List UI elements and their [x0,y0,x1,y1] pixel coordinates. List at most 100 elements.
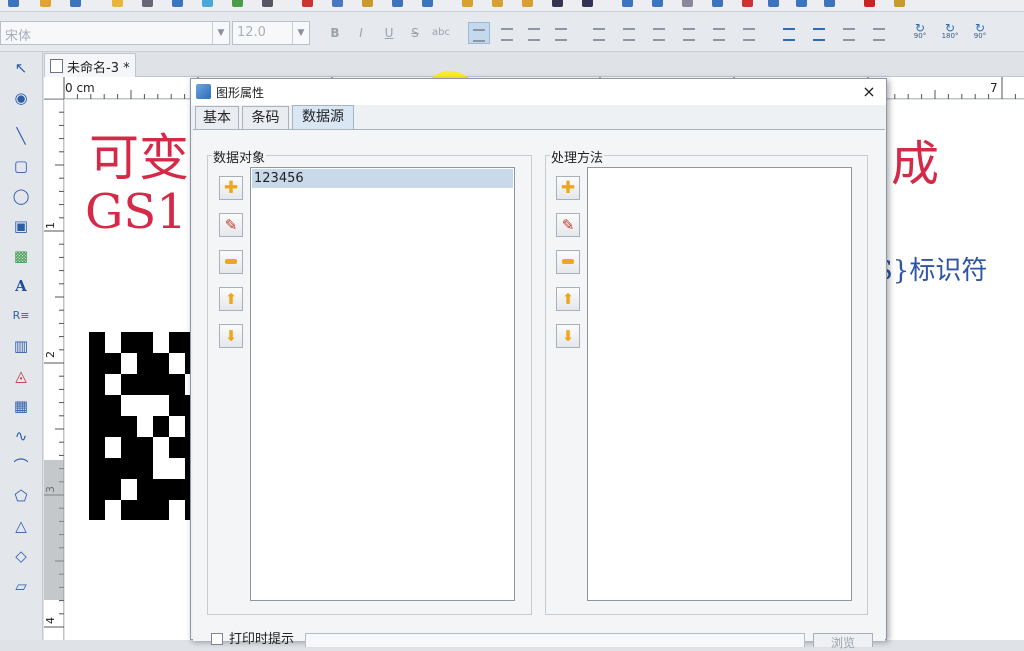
open-file-icon[interactable] [40,0,51,7]
align-objects-top-button[interactable] [648,22,670,44]
rectangle-tool-icon[interactable]: ▢ [9,154,33,178]
ungroup-icon[interactable] [682,0,693,7]
diamond-tool-icon[interactable]: ◇ [9,544,33,568]
undo-icon[interactable] [392,0,403,7]
rotate-90-button[interactable]: 90° [907,14,933,44]
browse-button[interactable]: 浏览 [813,633,873,650]
justify-button[interactable] [550,22,572,44]
italic-button[interactable]: I [350,22,372,44]
rotate-270-button[interactable]: 90° [967,14,993,44]
zoom-in-icon[interactable] [462,0,473,7]
remove-data-object-button[interactable] [219,250,243,274]
underline-button[interactable]: U [378,22,400,44]
spacing-v-button[interactable] [868,22,890,44]
group-icon[interactable] [652,0,663,7]
barcode-tool-icon[interactable]: ▥ [9,334,33,358]
arc-tool-icon[interactable]: ⌒ [9,454,33,478]
select-arrow-icon[interactable]: ↖ [9,56,33,80]
bold-button[interactable]: B [324,22,346,44]
tab-data-source[interactable]: 数据源 [292,105,354,129]
same-height-button[interactable] [808,22,830,44]
print-icon[interactable] [142,0,153,7]
qr-tool-icon[interactable]: ◬ [9,364,33,388]
datamatrix-tool-icon[interactable]: ▦ [9,394,33,418]
align-objects-right-button[interactable] [618,22,640,44]
align-objects-left-icon [593,28,605,41]
rotate-180-button[interactable]: 180° [937,14,963,44]
prompt-on-print-checkbox[interactable] [211,633,223,645]
paste-icon[interactable] [362,0,373,7]
add-processing-button[interactable]: ✚ [556,176,580,200]
rich-text-tool-icon[interactable]: R≡ [9,304,33,328]
help-icon[interactable] [894,0,905,7]
import-icon[interactable] [552,0,563,7]
picture-tool-icon[interactable]: ▩ [9,244,33,268]
grid-icon[interactable] [262,0,273,7]
print-preview-icon[interactable] [172,0,183,7]
align-icon[interactable] [622,0,633,7]
align-objects-left-button[interactable] [588,22,610,44]
canvas-gs1-text[interactable]: GS1 [85,184,187,240]
close-icon[interactable]: × [858,81,880,103]
document-tab[interactable]: 未命名-3 * [44,53,136,77]
move-down-data-object-button[interactable]: ⬇ [219,324,243,348]
polygon-tool-icon[interactable]: ⬠ [9,484,33,508]
triangle-tool-icon[interactable]: △ [9,514,33,538]
web-icon[interactable] [232,0,243,7]
move-down-processing-button[interactable]: ⬇ [556,324,580,348]
align-left-button[interactable] [468,22,490,44]
settings-icon[interactable] [112,0,123,7]
edit-processing-button[interactable]: ✎ [556,213,580,237]
processing-methods-list[interactable] [587,167,852,601]
font-name-select[interactable]: 宋体 ▼ [0,21,230,45]
add-data-object-button[interactable]: ✚ [219,176,243,200]
image-tool-icon[interactable]: ▣ [9,214,33,238]
zoom-out-icon[interactable] [492,0,503,7]
datamatrix-barcode[interactable] [89,332,193,520]
copy-icon[interactable] [332,0,343,7]
align-objects-bottom-button[interactable] [678,22,700,44]
list-item[interactable]: 123456 [252,169,513,188]
align-center-button[interactable] [496,22,518,44]
dialog-titlebar[interactable]: 图形属性 × [191,79,886,105]
canvas-red-text-1[interactable]: 可变 [89,118,189,190]
center-h-button[interactable] [708,22,730,44]
spacing-h-button[interactable] [838,22,860,44]
redo-icon[interactable] [422,0,433,7]
align-right-button[interactable] [523,22,545,44]
move-up-processing-button[interactable]: ⬆ [556,287,580,311]
curve-tool-icon[interactable]: ∿ [9,424,33,448]
canvas-red-text-2[interactable]: 成 [891,124,939,194]
center-v-button[interactable] [738,22,760,44]
remove-processing-button[interactable] [556,250,580,274]
data-objects-list[interactable]: 123456 [250,167,515,601]
prompt-text-field[interactable] [305,633,805,647]
pdf-icon[interactable] [864,0,875,7]
parallelogram-tool-icon[interactable]: ▱ [9,574,33,598]
size-icon[interactable] [824,0,835,7]
char-spacing-button[interactable]: abc [430,22,452,44]
tab-basic[interactable]: 基本 [195,106,239,129]
export-icon[interactable] [582,0,593,7]
strikethrough-button[interactable]: S [404,22,426,44]
same-width-button[interactable] [778,22,800,44]
distribute-icon[interactable] [796,0,807,7]
line-tool-icon[interactable]: ╲ [9,124,33,148]
ellipse-tool-icon[interactable]: ◯ [9,184,33,208]
move-up-data-object-button[interactable]: ⬆ [219,287,243,311]
edit-icon: ✎ [224,216,238,234]
font-size-select[interactable]: 12.0 ▼ [232,21,310,45]
lock-icon[interactable] [768,0,779,7]
tab-barcode[interactable]: 条码 [242,106,289,129]
cut-icon[interactable] [302,0,313,7]
text-tool-icon[interactable]: A [9,274,33,298]
layer-up-icon[interactable] [712,0,723,7]
canvas-blue-text[interactable]: S}标识符 [875,250,987,287]
pan-icon[interactable]: ◉ [9,86,33,110]
database-icon[interactable] [202,0,213,7]
save-icon[interactable] [70,0,81,7]
layer-down-icon[interactable] [742,0,753,7]
new-file-icon[interactable] [8,0,19,7]
zoom-fit-icon[interactable] [522,0,533,7]
edit-data-object-button[interactable]: ✎ [219,213,243,237]
